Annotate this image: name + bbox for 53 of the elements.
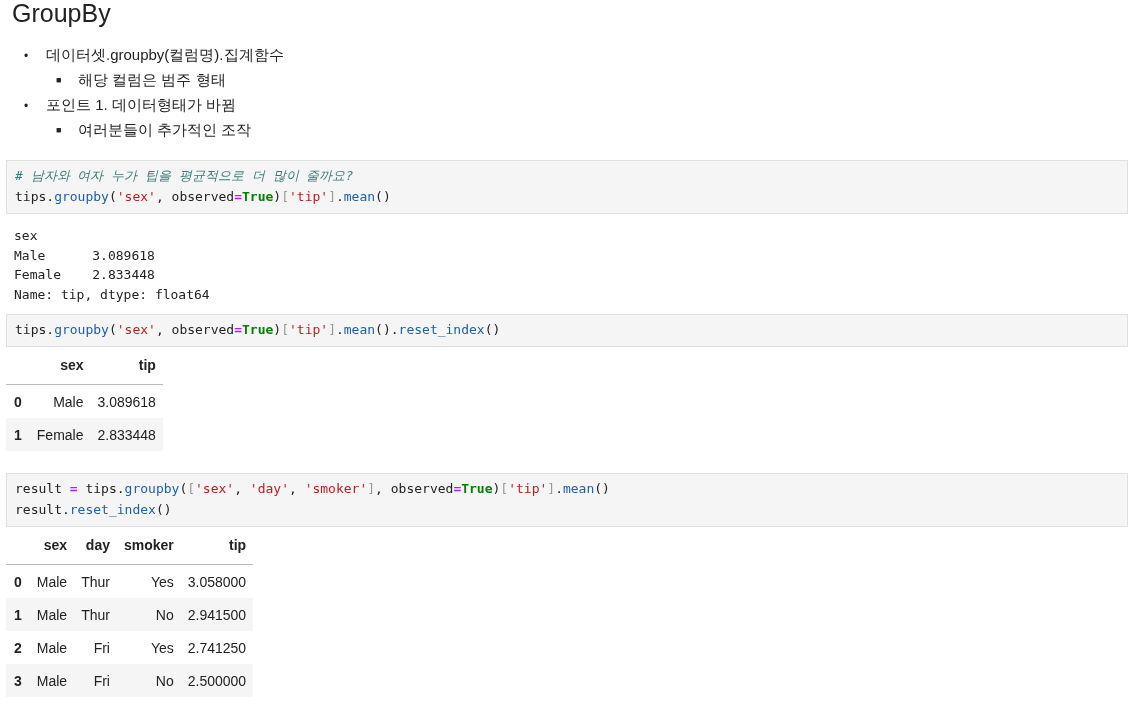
output-line: Female 2.833448: [14, 266, 156, 284]
row-index: 0: [6, 384, 30, 418]
code-cell[interactable]: # 남자와 여자 누가 팁을 평균적으로 더 많이 줄까요? tips.groupby('sex', observed=True)['tip'].mean(): [6, 160, 1128, 214]
output-line: Male 3.089618: [14, 246, 156, 265]
table-cell: Male: [29, 598, 75, 631]
table-cell: 2.941500: [180, 598, 254, 631]
column-header: tip: [180, 535, 254, 565]
table-cell: Yes: [116, 631, 181, 664]
bullet-marker: ■: [56, 126, 63, 135]
column-header: sex: [29, 355, 91, 385]
bullet-text: 포인트 1. 데이터형태가 바뀜: [46, 96, 236, 113]
code-line: # 남자와 여자 누가 팁을 평균적으로 더 많이 줄까요?: [15, 167, 355, 185]
page-heading: GroupBy: [12, 0, 111, 26]
output-line: Name: tip, dtype: float64: [14, 285, 211, 304]
table-cell: Fri: [74, 631, 117, 664]
bullet-marker: •: [24, 50, 30, 62]
table-cell: 2.500000: [180, 664, 254, 697]
bullet-text: 여러분들이 추가적인 조작: [78, 121, 252, 138]
table-cell: Fri: [74, 664, 117, 697]
table-cell: Male: [29, 664, 75, 697]
table-cell: Male: [29, 564, 75, 598]
table-cell: 2.833448: [90, 418, 163, 451]
table-cell: No: [116, 664, 181, 697]
bullet-marker: •: [24, 100, 30, 112]
table-cell: 3.058000: [180, 564, 254, 598]
row-index: 3: [6, 664, 30, 697]
column-header: tip: [90, 355, 163, 385]
row-index: 2: [6, 631, 30, 664]
table-cell: Yes: [116, 564, 181, 598]
code-line: result.reset_index(): [15, 501, 173, 519]
bullet-marker: ■: [56, 76, 63, 85]
table-cell: Male: [29, 631, 75, 664]
row-index: 1: [6, 418, 30, 451]
table-cell: Female: [29, 418, 91, 451]
row-index: 1: [6, 598, 30, 631]
bullet-text: 데이터셋.groupby(컬럼명).집계함수: [46, 46, 284, 63]
code-cell[interactable]: tips.groupby('sex', observed=True)['tip'].mean().reset_index(): [6, 314, 1128, 347]
code-line: tips.groupby('sex', observed=True)['tip'].mean().reset_index(): [15, 321, 502, 339]
table-cell: 3.089618: [90, 384, 163, 418]
column-header: day: [74, 535, 117, 565]
code-line: tips.groupby('sex', observed=True)['tip'].mean(): [15, 188, 392, 206]
code-cell[interactable]: result = tips.groupby(['sex', 'day', 'smoker'], observed=True)['tip'].mean() result.reset_index(): [6, 473, 1128, 527]
column-header: sex: [29, 535, 75, 565]
column-header: smoker: [116, 535, 181, 565]
output-line: sex: [14, 227, 39, 245]
code-line: result = tips.groupby(['sex', 'day', 'smoker'], observed=True)['tip'].mean(): [15, 480, 611, 498]
bullet-text: 해당 컬럼은 범주 형태: [78, 71, 226, 88]
table-cell: Thur: [74, 564, 117, 598]
table-cell: Thur: [74, 598, 117, 631]
table-cell: 2.741250: [180, 631, 254, 664]
table-cell: Male: [29, 384, 91, 418]
row-index: 0: [6, 564, 30, 598]
table-cell: No: [116, 598, 181, 631]
